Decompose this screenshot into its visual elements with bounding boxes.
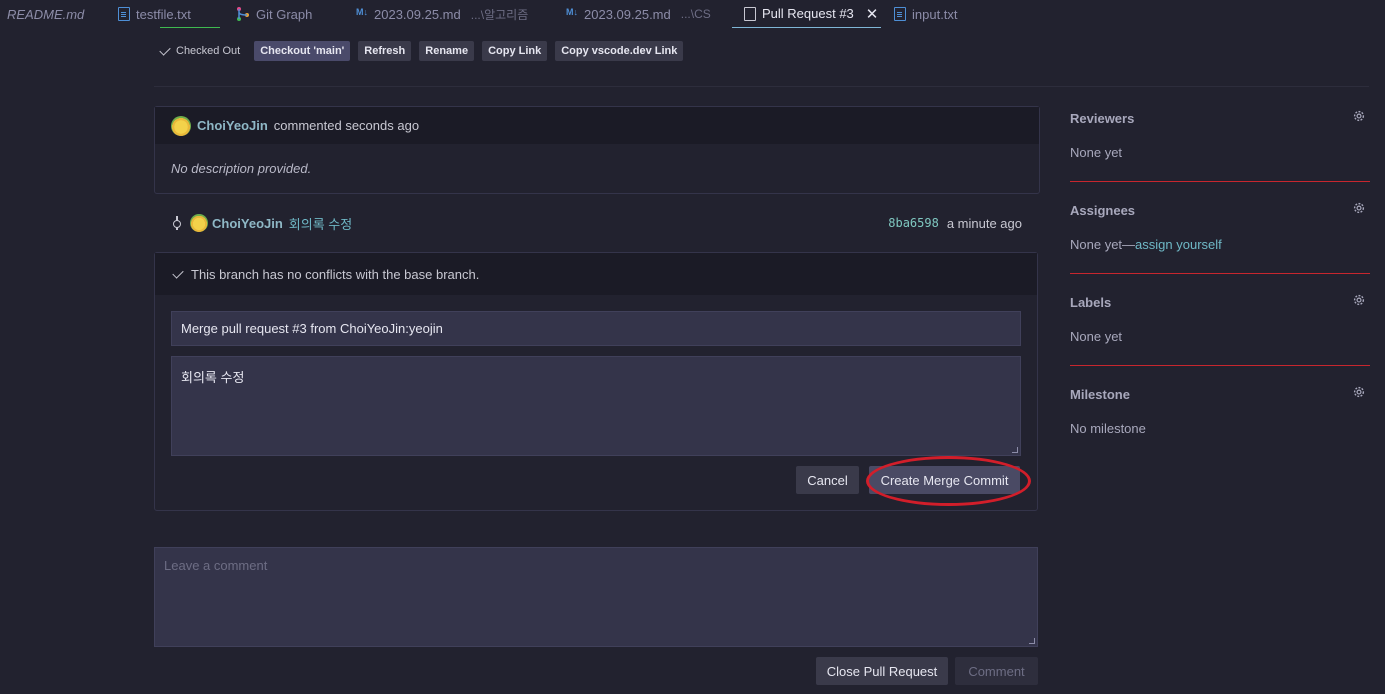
labels-title: Labels	[1070, 295, 1112, 310]
commit-message[interactable]: 회의록 수정	[289, 214, 352, 233]
milestone-value: No milestone	[1070, 421, 1146, 436]
comment-body: No description provided.	[171, 161, 312, 176]
checkout-main-button[interactable]: Checkout 'main'	[254, 41, 351, 61]
tab-label: 2023.09.25.md	[584, 6, 671, 22]
new-comment-placeholder: Leave a comment	[164, 558, 268, 573]
tab-path: ...\알고리즘	[470, 7, 529, 22]
assignees-section: Assignees None yet—assign yourself	[1070, 201, 1370, 252]
tab-label: input.txt	[912, 6, 958, 22]
annotation-highlight-ring	[866, 456, 1031, 506]
merge-status-text: This branch has no conflicts with the ba…	[191, 266, 480, 282]
commit-row: ChoiYeoJin 회의록 수정 8ba6598 a minute ago	[170, 213, 1022, 233]
file-icon	[118, 7, 130, 21]
gear-icon[interactable]	[1352, 201, 1366, 215]
assign-yourself-link[interactable]: assign yourself	[1135, 237, 1222, 252]
resize-handle-icon[interactable]	[1029, 638, 1035, 644]
commit-meta: 8ba6598 a minute ago	[888, 216, 1022, 231]
status-indicator-line	[160, 27, 220, 28]
tab-pull-request[interactable]: Pull Request #3 ✕	[732, 0, 881, 28]
commit-time: a minute ago	[946, 215, 1022, 231]
tab-md-algorithm[interactable]: M↓ 2023.09.25.md ...\알고리즘	[356, 0, 528, 28]
merge-message-textarea[interactable]: 회의록 수정	[171, 356, 1021, 456]
assignees-none: None yet—	[1070, 237, 1136, 252]
copy-link-button[interactable]: Copy Link	[482, 41, 548, 61]
tab-git-graph[interactable]: Git Graph	[236, 0, 312, 28]
merge-status: This branch has no conflicts with the ba…	[155, 253, 1037, 295]
markdown-icon: M↓	[566, 7, 578, 17]
checked-out-status: Checked Out	[159, 43, 241, 57]
merge-message-text: 회의록 수정	[181, 370, 245, 385]
gear-icon[interactable]	[1352, 293, 1366, 307]
comment-action: commented seconds ago	[273, 118, 420, 133]
markdown-icon: M↓	[356, 7, 368, 17]
reviewers-title: Reviewers	[1070, 111, 1135, 126]
page-icon	[744, 6, 756, 21]
tab-input[interactable]: input.txt	[894, 0, 958, 28]
commit-sha[interactable]: 8ba6598	[888, 216, 939, 230]
tab-label: README.md	[7, 6, 85, 22]
editor-tab-bar: README.md testfile.txt Git Graph M↓ 2023…	[0, 0, 1385, 28]
labels-section: Labels None yet	[1070, 293, 1370, 344]
tab-label: Git Graph	[256, 6, 313, 22]
tab-label: testfile.txt	[136, 6, 191, 22]
check-icon	[172, 266, 184, 279]
divider	[154, 86, 1369, 87]
resize-handle-icon[interactable]	[1012, 447, 1018, 453]
tab-readme[interactable]: README.md	[7, 0, 84, 28]
cancel-button[interactable]: Cancel	[796, 466, 859, 494]
milestone-section: Milestone No milestone	[1070, 385, 1370, 436]
git-graph-icon	[237, 7, 249, 21]
avatar	[171, 115, 191, 136]
reviewers-section: Reviewers None yet	[1070, 109, 1370, 160]
tab-label: 2023.09.25.md	[374, 6, 461, 22]
comment-author[interactable]: ChoiYeoJin	[197, 118, 268, 133]
rename-button[interactable]: Rename	[419, 41, 475, 61]
tab-path: ...\CS	[680, 7, 711, 21]
file-icon	[894, 7, 906, 21]
refresh-button[interactable]: Refresh	[358, 41, 412, 61]
close-icon[interactable]: ✕	[866, 5, 879, 23]
commit-icon	[170, 216, 184, 230]
merge-title-input[interactable]: Merge pull request #3 from ChoiYeoJin:ye…	[171, 311, 1021, 346]
new-comment-textarea[interactable]: Leave a comment	[154, 547, 1038, 647]
section-divider	[1070, 181, 1370, 182]
comment-header: ChoiYeoJin commented seconds ago	[155, 107, 1039, 144]
close-pull-request-button[interactable]: Close Pull Request	[816, 657, 948, 685]
tab-md-cs[interactable]: M↓ 2023.09.25.md ...\CS	[566, 0, 711, 28]
assignees-value: None yet—assign yourself	[1070, 237, 1370, 252]
description-comment: ChoiYeoJin commented seconds ago No desc…	[154, 106, 1040, 194]
tab-testfile[interactable]: testfile.txt	[118, 0, 191, 28]
reviewers-value: None yet	[1070, 145, 1123, 160]
copy-vscode-link-button[interactable]: Copy vscode.dev Link	[555, 41, 684, 61]
tab-label: Pull Request #3	[762, 6, 854, 21]
gear-icon[interactable]	[1352, 385, 1366, 399]
gear-icon[interactable]	[1352, 109, 1366, 123]
milestone-title: Milestone	[1070, 387, 1130, 402]
labels-value: None yet	[1070, 329, 1123, 344]
commit-author[interactable]: ChoiYeoJin	[212, 216, 283, 231]
section-divider	[1070, 273, 1370, 274]
check-icon	[159, 43, 171, 56]
pr-toolbar: Checked Out Checkout 'main' Refresh Rena…	[159, 41, 684, 61]
comment-button[interactable]: Comment	[955, 657, 1038, 685]
checked-out-label: Checked Out	[176, 45, 241, 57]
section-divider	[1070, 365, 1370, 366]
assignees-title: Assignees	[1070, 203, 1136, 218]
avatar	[190, 214, 208, 232]
